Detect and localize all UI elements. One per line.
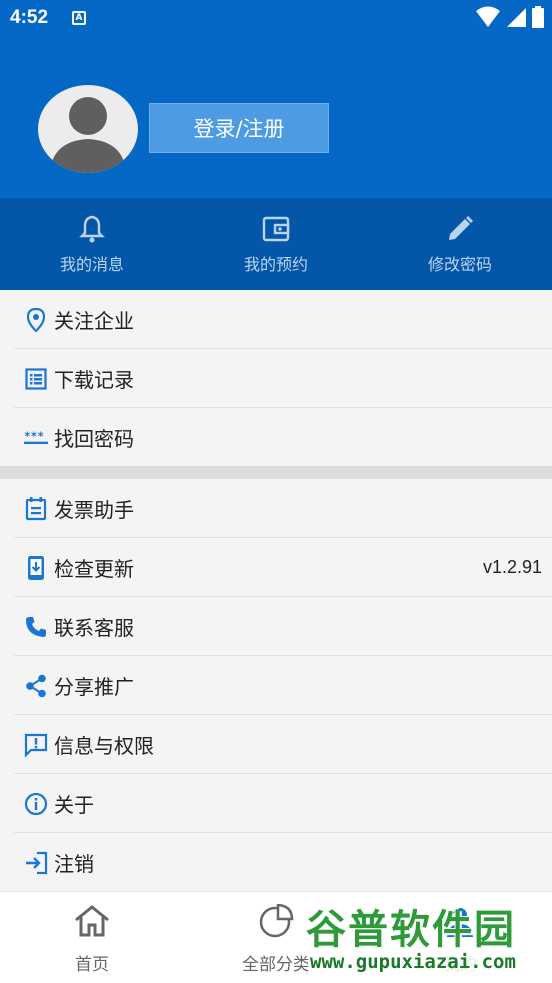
menu-item-label: 分享推广 xyxy=(54,675,134,699)
quick-item-label: 我的预约 xyxy=(243,255,308,274)
wallet-icon xyxy=(262,213,290,245)
menu-item-logout[interactable]: 注销 xyxy=(0,833,552,892)
battery-icon xyxy=(532,6,544,28)
menu-group-account: 关注企业 下载记录 *** 找回密码 xyxy=(0,290,552,467)
quick-item-label: 我的消息 xyxy=(59,255,124,274)
invoice-icon xyxy=(24,496,48,521)
menu-item-label: 关于 xyxy=(54,793,94,817)
password-dots-icon: *** xyxy=(24,426,48,450)
menu-item-label: 发票助手 xyxy=(54,498,134,522)
tab-home[interactable]: 首页 xyxy=(0,892,184,983)
notification-icon: A xyxy=(72,11,86,25)
menu-item-invoice-assistant[interactable]: 发票助手 xyxy=(0,479,552,538)
home-icon xyxy=(73,904,111,942)
user-avatar-icon xyxy=(50,97,126,173)
menu-item-about[interactable]: 关于 xyxy=(0,774,552,833)
profile-header: 登录/注册 xyxy=(0,40,552,198)
signal-icon xyxy=(507,8,526,27)
tab-label: 首页 xyxy=(75,955,109,975)
bell-icon xyxy=(79,213,105,245)
feedback-icon xyxy=(24,733,48,757)
svg-text:***: *** xyxy=(24,430,44,443)
status-time: 4:52 xyxy=(10,7,49,28)
tab-label: 全部分类 xyxy=(242,955,310,975)
menu-item-info-permissions[interactable]: 信息与权限 xyxy=(0,715,552,774)
quick-item-messages[interactable]: 我的消息 xyxy=(0,198,184,290)
menu-group-general: 发票助手 检查更新 v1.2.91 联系客服 分享推广 信息与权限 关于 注销 xyxy=(0,479,552,892)
menu-item-label: 下载记录 xyxy=(54,368,134,392)
avatar[interactable] xyxy=(38,85,138,173)
watermark: 谷普软件园 www.gupuxiazai.com xyxy=(302,895,552,981)
menu-item-label: 找回密码 xyxy=(54,427,134,451)
quick-item-appointments[interactable]: 我的预约 xyxy=(184,198,368,290)
phone-download-icon xyxy=(24,555,48,580)
menu-item-label: 检查更新 xyxy=(54,557,134,581)
menu-item-label: 注销 xyxy=(54,852,94,876)
login-register-button[interactable]: 登录/注册 xyxy=(149,103,329,153)
menu-item-check-update[interactable]: 检查更新 v1.2.91 xyxy=(0,538,552,597)
menu-item-download-history[interactable]: 下载记录 xyxy=(0,349,552,408)
list-icon xyxy=(24,367,48,391)
watermark-url: www.gupuxiazai.com xyxy=(308,951,518,973)
watermark-title: 谷普软件园 xyxy=(306,907,516,953)
status-bar: 4:52 A xyxy=(0,0,552,40)
pencil-icon xyxy=(446,213,474,245)
pie-chart-icon xyxy=(258,903,294,942)
section-divider xyxy=(0,466,552,479)
phone-icon xyxy=(24,615,48,639)
menu-item-followed-companies[interactable]: 关注企业 xyxy=(0,290,552,349)
quick-action-bar: 我的消息 我的预约 修改密码 xyxy=(0,198,552,290)
logout-icon xyxy=(24,851,48,875)
menu-item-recover-password[interactable]: *** 找回密码 xyxy=(0,408,552,467)
menu-item-label: 联系客服 xyxy=(54,616,134,640)
quick-item-label: 修改密码 xyxy=(427,255,492,274)
wifi-icon xyxy=(476,6,500,27)
status-icons xyxy=(476,6,544,28)
menu-item-customer-service[interactable]: 联系客服 xyxy=(0,597,552,656)
app-version: v1.2.91 xyxy=(482,557,542,577)
quick-item-change-password[interactable]: 修改密码 xyxy=(368,198,552,290)
menu-item-label: 关注企业 xyxy=(54,309,134,333)
menu-item-label: 信息与权限 xyxy=(54,734,154,758)
info-icon xyxy=(24,792,48,816)
menu-item-share[interactable]: 分享推广 xyxy=(0,656,552,715)
location-pin-icon xyxy=(24,307,48,332)
share-icon xyxy=(24,674,48,698)
